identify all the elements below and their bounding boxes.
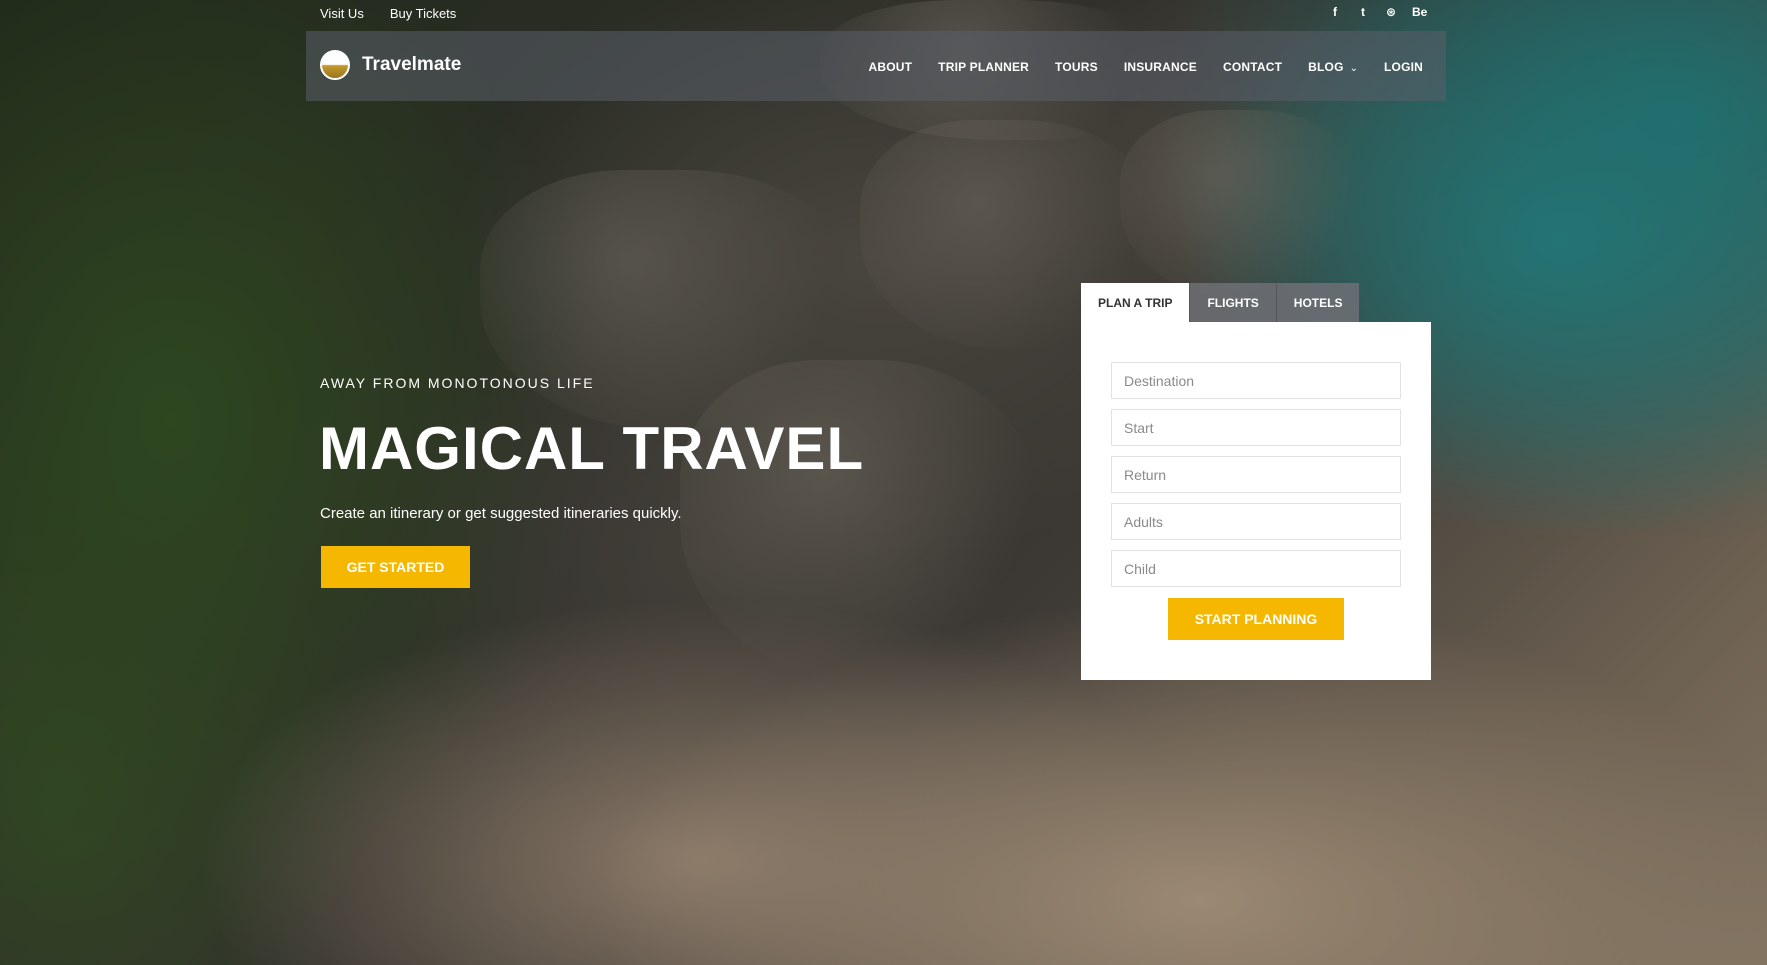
- hero-eyebrow: AWAY FROM MONOTONOUS LIFE: [320, 375, 595, 391]
- top-bar: Visit Us Buy Tickets f t ⊛ Be: [0, 0, 1767, 28]
- nav-item-blog[interactable]: BLOG ⌄: [1308, 58, 1358, 76]
- return-input[interactable]: [1111, 456, 1401, 493]
- nav-item-contact[interactable]: CONTACT: [1223, 60, 1282, 74]
- booking-panel: START PLANNING: [1081, 322, 1431, 680]
- main-navbar: Travelmate ABOUT TRIP PLANNER TOURS INSU…: [306, 31, 1446, 101]
- hero-title: MAGICAL TRAVEL: [319, 415, 865, 482]
- nav-item-trip-planner[interactable]: TRIP PLANNER: [938, 60, 1029, 74]
- social-links: f t ⊛ Be: [1328, 5, 1427, 19]
- brand-name: Travelmate: [362, 54, 462, 75]
- nav-item-blog-label[interactable]: BLOG: [1308, 60, 1343, 74]
- start-planning-button[interactable]: START PLANNING: [1168, 598, 1344, 640]
- nav-item-about[interactable]: ABOUT: [869, 60, 913, 74]
- logo-icon: [320, 50, 350, 80]
- adults-input[interactable]: [1111, 503, 1401, 540]
- buy-tickets-link[interactable]: Buy Tickets: [390, 6, 456, 21]
- chevron-down-icon: ⌄: [1349, 63, 1358, 74]
- background-rock: [1120, 110, 1370, 300]
- start-input[interactable]: [1111, 409, 1401, 446]
- behance-icon[interactable]: Be: [1412, 5, 1427, 19]
- booking-tabs: PLAN A TRIP FLIGHTS HOTELS: [1081, 283, 1360, 322]
- child-input[interactable]: [1111, 550, 1401, 587]
- background-rock: [680, 360, 1040, 680]
- get-started-button[interactable]: GET STARTED: [321, 546, 470, 588]
- nav-item-login[interactable]: LOGIN: [1384, 60, 1423, 74]
- tab-flights[interactable]: FLIGHTS: [1189, 283, 1276, 322]
- tab-hotels[interactable]: HOTELS: [1275, 283, 1360, 322]
- nav-item-insurance[interactable]: INSURANCE: [1124, 60, 1197, 74]
- facebook-icon[interactable]: f: [1328, 5, 1342, 19]
- destination-input[interactable]: [1111, 362, 1401, 399]
- nav-menu: ABOUT TRIP PLANNER TOURS INSURANCE CONTA…: [869, 58, 1424, 76]
- visit-us-link[interactable]: Visit Us: [320, 6, 364, 21]
- top-links: Visit Us Buy Tickets: [320, 6, 456, 21]
- brand[interactable]: Travelmate: [320, 50, 461, 80]
- hero-subtitle: Create an itinerary or get suggested iti…: [320, 505, 682, 522]
- tab-plan-a-trip[interactable]: PLAN A TRIP: [1081, 283, 1190, 322]
- twitter-icon[interactable]: t: [1356, 5, 1370, 19]
- nav-item-tours[interactable]: TOURS: [1055, 60, 1098, 74]
- dribbble-icon[interactable]: ⊛: [1384, 5, 1398, 19]
